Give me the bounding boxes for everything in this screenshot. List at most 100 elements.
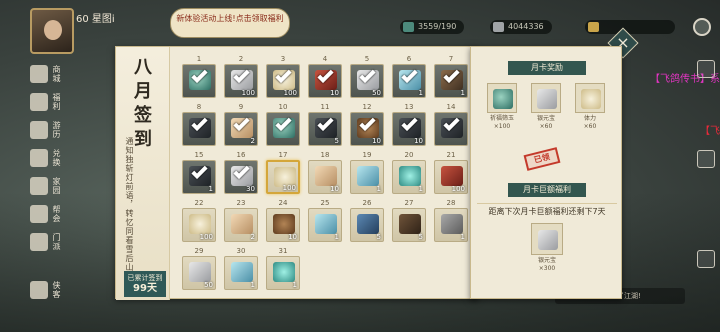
- nav-item-sect[interactable]: 门派: [30, 228, 74, 256]
- reward-qty: 5: [376, 233, 381, 241]
- resource-silver-value: 4044336: [508, 22, 544, 31]
- nav-item-home[interactable]: 家园: [30, 172, 74, 200]
- reward-name: 祈福筛玉: [489, 115, 514, 122]
- nav-item-gift[interactable]: 福利: [30, 88, 74, 116]
- reward-qty: 100: [199, 233, 213, 241]
- day-number: 26: [362, 199, 372, 207]
- day-number: 14: [446, 103, 456, 111]
- reward-qty: 1: [460, 233, 465, 241]
- signin-day-cell[interactable]: 25 1: [306, 199, 344, 244]
- signin-day-cell[interactable]: 3 100: [264, 55, 302, 100]
- bag-icon[interactable]: [697, 250, 715, 268]
- signin-day-cell[interactable]: 17 100: [264, 151, 302, 196]
- gear-icon[interactable]: [693, 18, 711, 36]
- reward-slot: 50: [182, 256, 216, 290]
- player-avatar[interactable]: [30, 8, 74, 54]
- reward-qty: 100: [283, 89, 297, 97]
- day-number: 18: [320, 151, 330, 159]
- day-number: 24: [278, 199, 288, 207]
- orb-icon: [273, 262, 295, 282]
- reward-slot: [182, 64, 216, 98]
- silver-icon: [493, 22, 504, 32]
- signin-day-cell[interactable]: 4 10: [306, 55, 344, 100]
- nav-label: 商城: [52, 65, 61, 83]
- signin-day-cell[interactable]: 13 10: [390, 103, 428, 148]
- signin-day-cell[interactable]: 61: [390, 55, 428, 100]
- signin-day-cell[interactable]: 19 1: [348, 151, 386, 196]
- signin-day-cell[interactable]: 1: [180, 55, 218, 100]
- event-notice[interactable]: 新体验活动上线!点击领取福利: [170, 8, 290, 38]
- chat-broadcast-2[interactable]: 【飞: [700, 122, 720, 137]
- signin-day-cell[interactable]: 30 1: [222, 247, 260, 292]
- day-number: 16: [236, 151, 246, 159]
- guild-icon: [30, 205, 48, 223]
- signin-day-cell[interactable]: 18 10: [306, 151, 344, 196]
- signin-day-cell[interactable]: 16 30: [222, 151, 260, 196]
- signin-day-cell[interactable]: 14: [432, 103, 470, 148]
- hero-icon: [30, 281, 48, 299]
- nav-label: 侠客: [52, 281, 61, 299]
- reward-slot: 10: [308, 160, 342, 194]
- signin-day-cell[interactable]: 15 1: [180, 151, 218, 196]
- signin-day-cell[interactable]: 92: [222, 103, 260, 148]
- signin-day-cell[interactable]: 29 50: [180, 247, 218, 292]
- reward-qty: ×60: [539, 123, 553, 130]
- signin-day-cell[interactable]: 26 5: [348, 199, 386, 244]
- reward-qty: 1: [376, 185, 381, 193]
- resource-gold[interactable]: [585, 20, 675, 34]
- resource-stamina[interactable]: 3559/190: [400, 20, 465, 34]
- nav-item-travel[interactable]: 游历: [30, 116, 74, 144]
- card-icon: [231, 214, 253, 234]
- reward-slot: 5: [392, 208, 426, 242]
- reward-qty: 10: [414, 137, 423, 145]
- stamina-icon: [403, 22, 414, 32]
- monthcard-reward[interactable]: 体力 ×60: [573, 83, 607, 130]
- signin-day-cell[interactable]: 71: [432, 55, 470, 100]
- reward-qty: 100: [282, 184, 296, 192]
- signin-day-cell[interactable]: 28 1: [432, 199, 470, 244]
- signin-day-cell[interactable]: 2 100: [222, 55, 260, 100]
- shop-icon: [30, 65, 48, 83]
- signin-day-cell[interactable]: 22 100: [180, 199, 218, 244]
- reward-qty: 1: [460, 89, 465, 97]
- signin-day-cell[interactable]: 31 1: [264, 247, 302, 292]
- gem-icon: [357, 166, 379, 186]
- reward-slot: [487, 83, 517, 113]
- signin-day-cell[interactable]: 5 50: [348, 55, 386, 100]
- reward-qty: 50: [204, 281, 213, 289]
- resource-silver[interactable]: 4044336: [490, 20, 552, 34]
- menu-icon[interactable]: [697, 60, 715, 78]
- signin-day-cell[interactable]: 8: [180, 103, 218, 148]
- nav-item-shop[interactable]: 商城: [30, 60, 74, 88]
- signin-day-cell[interactable]: 10: [264, 103, 302, 148]
- signin-day-cell[interactable]: 11 5: [306, 103, 344, 148]
- reward-slot: 100: [266, 160, 300, 194]
- sect-icon: [30, 233, 48, 251]
- signin-day-cell[interactable]: 24 10: [264, 199, 302, 244]
- day-number: 23: [236, 199, 246, 207]
- stamina-bun-icon: [581, 89, 601, 109]
- signin-day-cell[interactable]: 27 5: [390, 199, 428, 244]
- quest-icon[interactable]: [697, 150, 715, 168]
- monthcard-reward[interactable]: 银元宝 ×60: [529, 83, 563, 130]
- nav-item-hero[interactable]: 侠客: [30, 276, 74, 304]
- signin-day-cell[interactable]: 20 1: [390, 151, 428, 196]
- day-number: 10: [278, 103, 288, 111]
- day-number: 29: [194, 247, 204, 255]
- signin-day-cell[interactable]: 12 10: [348, 103, 386, 148]
- reward-qty: 50: [372, 89, 381, 97]
- reward-slot: 1: [392, 64, 426, 98]
- claimed-stamp: 已领: [523, 147, 561, 171]
- gift-icon: [30, 93, 48, 111]
- nav-item-exchange[interactable]: 兑换: [30, 144, 74, 172]
- day-number: 4: [322, 55, 328, 63]
- monthcard-big-reward[interactable]: 银元宝 ×300: [529, 223, 565, 272]
- monthcard-reward[interactable]: 祈福筛玉 ×100: [485, 83, 519, 130]
- nav-label: 门派: [52, 233, 61, 251]
- nav-label: 家园: [52, 177, 61, 195]
- signin-day-cell[interactable]: 21 100: [432, 151, 470, 196]
- reward-slot: [182, 112, 216, 146]
- signin-day-cell[interactable]: 23 2: [222, 199, 260, 244]
- reward-slot: 30: [224, 160, 258, 194]
- nav-item-guild[interactable]: 帮会: [30, 200, 74, 228]
